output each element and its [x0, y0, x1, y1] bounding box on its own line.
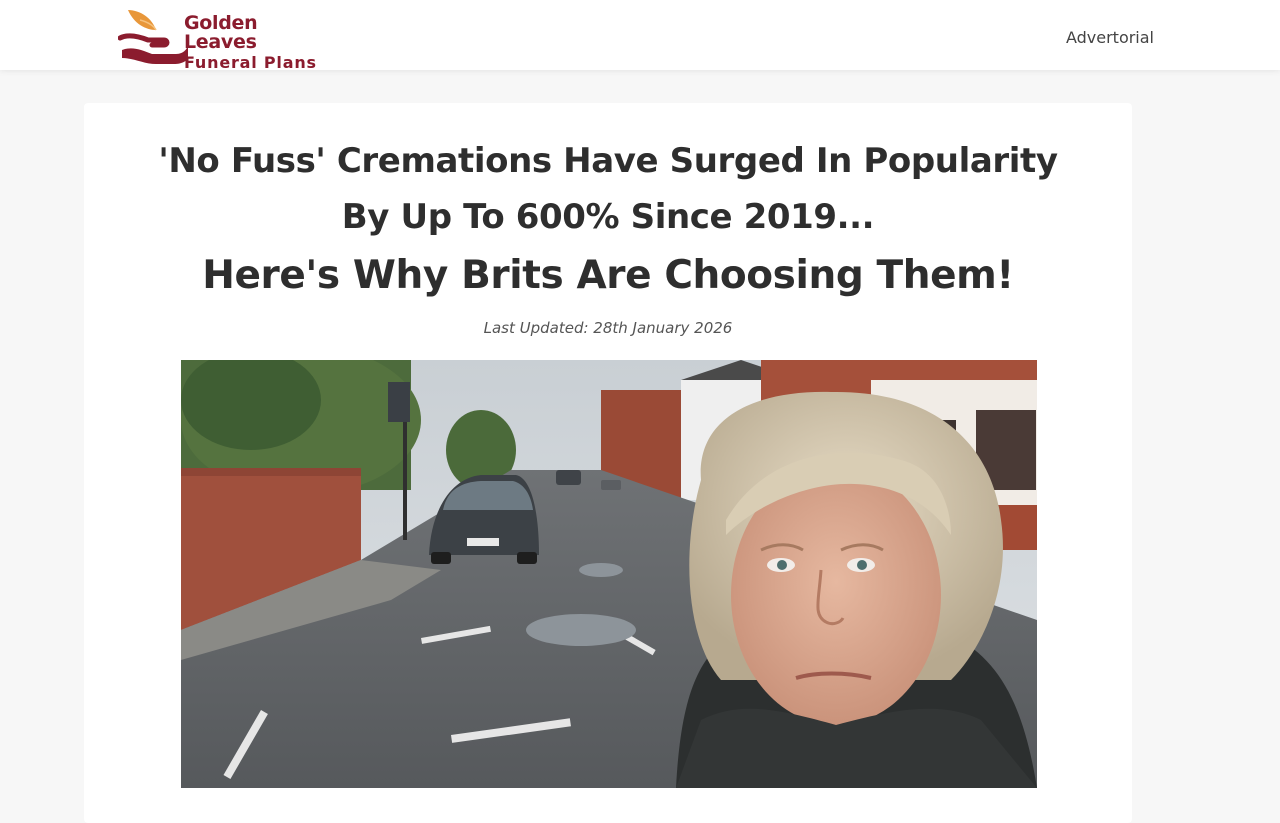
hands-leaf-icon: [118, 10, 188, 64]
site-header: Golden Leaves Funeral Plans Advertorial: [0, 0, 1280, 71]
article-headline: 'No Fuss' Cremations Have Surged In Popu…: [84, 133, 1132, 307]
brand-logo[interactable]: Golden Leaves Funeral Plans: [118, 6, 328, 71]
headline-line-1: 'No Fuss' Cremations Have Surged In Popu…: [158, 141, 1058, 181]
brand-name-line2: Funeral Plans: [184, 53, 317, 72]
brand-name-line1: Golden Leaves: [184, 12, 258, 53]
advertorial-label: Advertorial: [1065, 28, 1154, 47]
brand-wordmark: Golden Leaves Funeral Plans: [184, 14, 328, 71]
headline-line-2: By Up To 600% Since 2019...: [341, 197, 875, 237]
hero-image: [181, 360, 1037, 788]
street-selfie-photo: [181, 360, 1037, 788]
headline-line-3: Here's Why Brits Are Choosing Them!: [202, 253, 1014, 298]
last-updated-date: Last Updated: 28th January 2026: [483, 319, 733, 337]
article-card: 'No Fuss' Cremations Have Surged In Popu…: [84, 103, 1132, 823]
